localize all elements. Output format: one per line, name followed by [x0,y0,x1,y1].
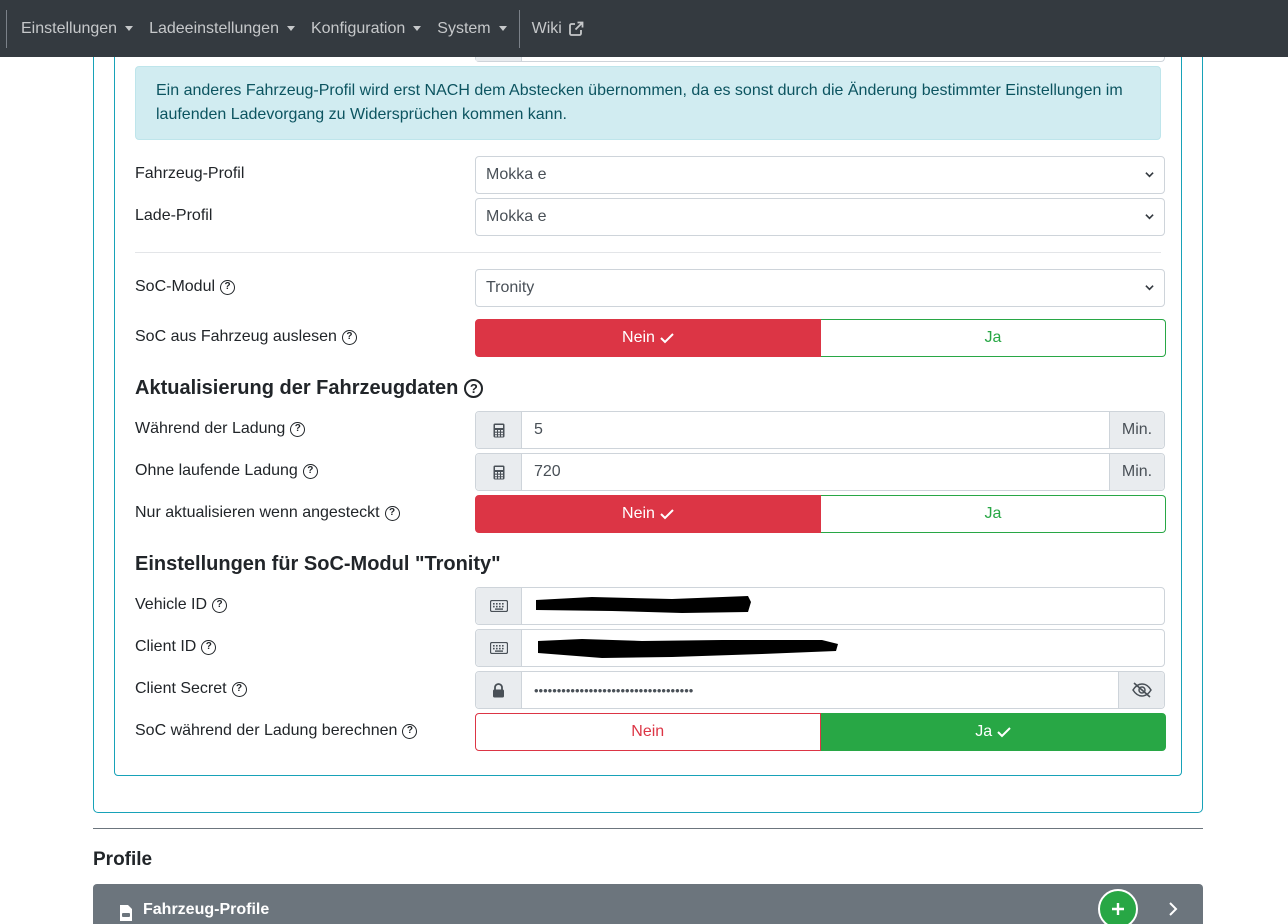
check-icon [997,727,1011,738]
keyboard-icon [476,588,522,624]
no-charge-input-group: 720 Min. [475,453,1165,491]
vehicle-profile-label: Fahrzeug-Profil [135,165,245,182]
car-document-icon [120,905,132,921]
client-id-label: Client ID ? [135,637,217,657]
module-section-title: Einstellungen für SoC-Modul "Tronity" [135,552,501,575]
check-icon [660,333,674,344]
vehicle-profiles-header[interactable]: Fahrzeug-Profile [93,884,1203,924]
section-divider [135,252,1161,253]
external-link-icon [568,21,584,36]
soc-from-vehicle-yes-button[interactable]: Ja [821,319,1166,357]
nav-menu-label: Konfiguration [310,19,406,37]
only-plugged-toggle: Nein Ja [475,495,1166,533]
client-id-input-group [475,629,1165,667]
profiles-heading: Profile [93,849,153,870]
calculator-icon [476,412,522,448]
charge-profile-select[interactable]: Mokka e [475,198,1165,236]
during-charge-label: Während der Ladung ? [135,419,306,439]
top-navbar: Einstellungen Ladeeinstellungen Konfigur… [0,0,1288,57]
toggle-visibility-button[interactable] [1118,672,1164,708]
nav-menu-label: Einstellungen [21,19,118,37]
caret-down-icon [286,26,295,31]
navbar-divider [518,9,520,48]
add-profile-button[interactable] [1098,889,1138,924]
client-secret-label: Client Secret ? [135,679,247,699]
only-plugged-yes-button[interactable]: Ja [821,495,1166,533]
horizontal-rule [93,828,1203,829]
redacted-value [536,596,751,613]
chevron-down-icon [1145,214,1154,220]
client-secret-input-group: ••••••••••••••••••••••••••••••••••• [475,671,1165,709]
nav-menu-label: Ladeeinstellungen [149,19,279,37]
help-icon[interactable]: ? [464,378,484,398]
chevron-down-icon [1145,172,1154,178]
plus-icon [1112,903,1124,915]
vehicle-id-input-group [475,587,1165,625]
vehicle-profiles-title: Fahrzeug-Profile [143,901,270,918]
only-plugged-no-button[interactable]: Nein [475,495,821,533]
eye-slash-icon [1131,682,1152,698]
nav-menu-label: System [437,19,491,37]
navbar-divider [6,9,7,48]
chevron-right-icon[interactable] [1168,902,1178,916]
check-icon [660,509,674,520]
nav-menu-ladeeinstellungen[interactable]: Ladeeinstellungen [141,0,303,57]
info-alert: Ein anderes Fahrzeug-Profil wird erst NA… [135,66,1161,140]
help-icon[interactable]: ? [231,681,247,697]
calc-soc-label: SoC während der Ladung berechnen ? [135,721,418,741]
help-icon[interactable]: ? [212,597,228,613]
caret-down-icon [413,26,422,31]
help-icon[interactable]: ? [220,279,236,295]
redacted-value [538,639,838,658]
unit-label: Min. [1109,454,1164,490]
help-icon[interactable]: ? [402,723,418,739]
no-charge-input[interactable]: 720 [522,454,1109,490]
help-icon[interactable]: ? [201,639,217,655]
during-charge-input-group: 5 Min. [475,411,1165,449]
help-icon[interactable]: ? [384,505,400,521]
caret-down-icon [498,26,507,31]
vehicle-id-input[interactable] [522,588,1164,624]
during-charge-input[interactable]: 5 [522,412,1109,448]
help-icon[interactable]: ? [290,421,306,437]
wiki-label: Wiki [531,19,562,37]
soc-from-vehicle-toggle: Nein Ja [475,319,1166,357]
calc-soc-no-button[interactable]: Nein [475,713,821,751]
nav-menu-konfiguration[interactable]: Konfiguration [303,0,429,57]
chevron-down-icon [1145,285,1154,291]
caret-down-icon [125,26,134,31]
calculator-icon [476,454,522,490]
client-secret-input[interactable]: ••••••••••••••••••••••••••••••••••• [522,672,1118,708]
update-section-title: Aktualisierung der Fahrzeugdaten ? [135,376,484,400]
soc-from-vehicle-no-button[interactable]: Nein [475,319,821,357]
nav-menu-einstellungen[interactable]: Einstellungen [13,0,141,57]
keyboard-icon [476,630,522,666]
nav-link-wiki[interactable]: Wiki [524,0,592,57]
soc-from-vehicle-label: SoC aus Fahrzeug auslesen ? [135,327,357,347]
no-charge-label: Ohne laufende Ladung ? [135,461,318,481]
calc-soc-toggle: Nein Ja [475,713,1166,751]
help-icon[interactable]: ? [341,329,357,345]
vehicle-id-label: Vehicle ID ? [135,595,228,615]
nav-menu-system[interactable]: System [429,0,514,57]
unit-label: Min. [1109,412,1164,448]
soc-module-select[interactable]: Tronity [475,269,1165,307]
vehicle-profile-select[interactable]: Mokka e [475,156,1165,194]
help-icon[interactable]: ? [302,463,318,479]
soc-module-label: SoC-Modul ? [135,277,236,297]
lock-icon [476,672,522,708]
client-id-input[interactable] [522,630,1164,666]
calc-soc-yes-button[interactable]: Ja [820,713,1166,751]
only-plugged-label: Nur aktualisieren wenn angesteckt ? [135,503,400,523]
charge-profile-label: Lade-Profil [135,207,213,224]
